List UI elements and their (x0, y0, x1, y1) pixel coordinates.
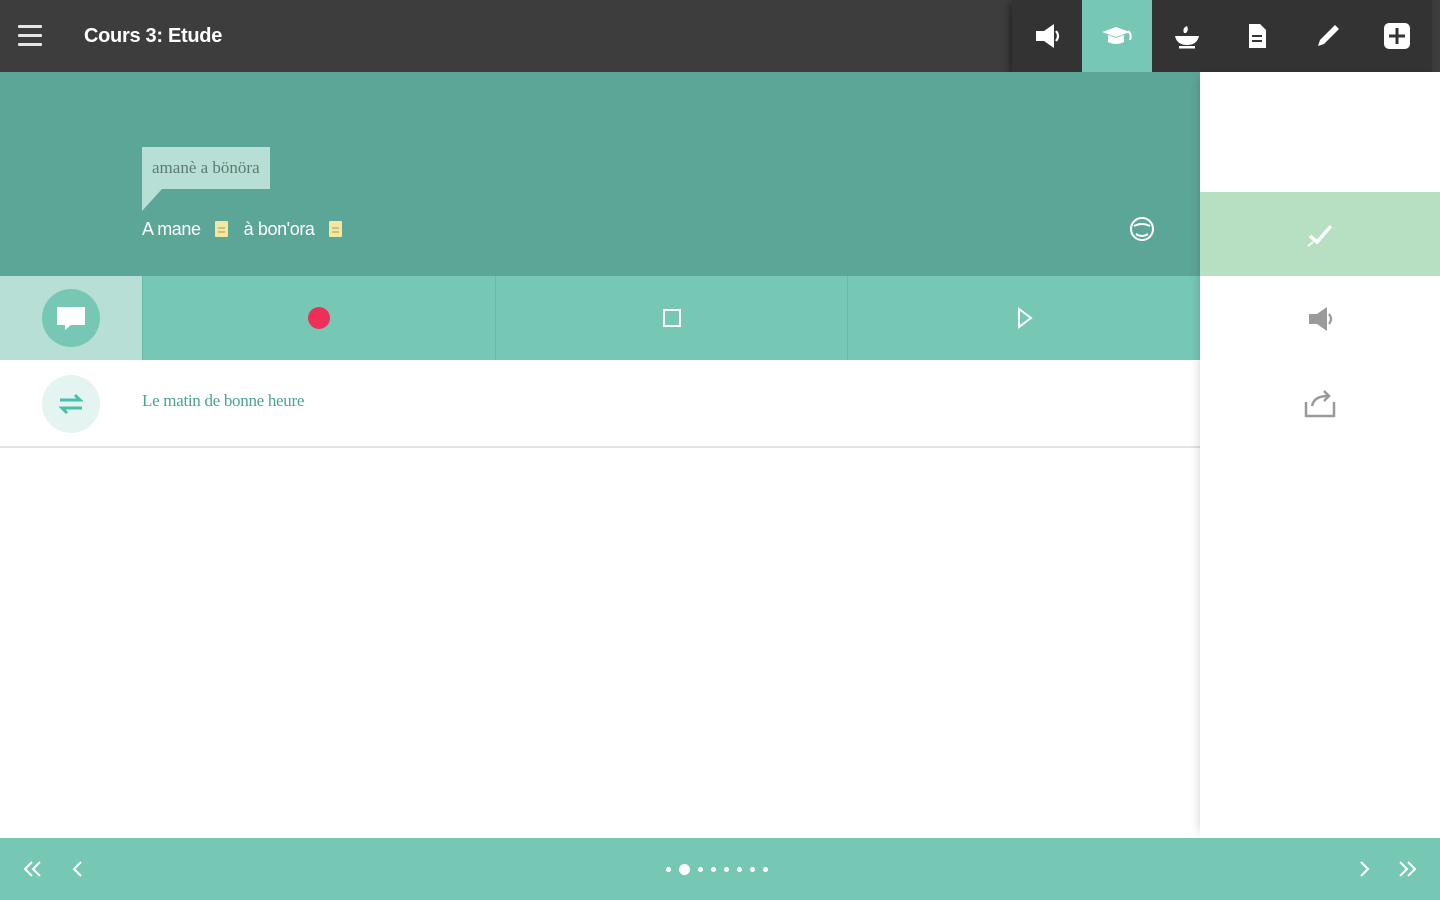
add-tool[interactable] (1362, 0, 1432, 72)
translation-row: Le matin de bonne heure (0, 360, 1200, 448)
previous-page-button[interactable] (60, 851, 96, 887)
check-button[interactable] (1200, 192, 1440, 276)
translation-text: Le matin de bonne heure (142, 391, 305, 410)
face-icon[interactable] (1126, 213, 1158, 245)
phonetic-bubble: amanè a bönöra (142, 147, 270, 189)
document-icon (1249, 24, 1266, 48)
word-item[interactable]: à bon'ora (244, 219, 315, 240)
word-item[interactable]: A mane (142, 219, 201, 240)
record-button[interactable] (142, 276, 495, 360)
page-dot[interactable] (724, 866, 729, 872)
page-dot[interactable] (711, 866, 716, 872)
play-icon (1018, 307, 1033, 329)
page-title: Cours 3: Etude (84, 25, 223, 47)
share-icon (1304, 390, 1336, 418)
bowl-icon (1175, 26, 1199, 49)
chat-bubble-icon (57, 307, 85, 330)
note-icon[interactable] (328, 221, 342, 237)
audio-tool[interactable] (1012, 0, 1082, 72)
page-dot[interactable] (737, 866, 742, 872)
lesson-header: amanè a bönöra A mane à bon'ora (0, 72, 1200, 276)
note-icon[interactable] (214, 221, 228, 237)
listen-button[interactable] (1200, 277, 1440, 361)
share-button[interactable] (1200, 362, 1440, 446)
bubble-tail (142, 189, 162, 211)
chevron-left-icon (72, 861, 82, 877)
meal-tool[interactable] (1152, 0, 1222, 72)
page-dot[interactable] (763, 866, 768, 872)
speaker-icon (1309, 307, 1333, 331)
page-dot[interactable] (666, 866, 671, 872)
last-page-button[interactable] (1390, 851, 1426, 887)
swap-button[interactable] (42, 375, 100, 433)
toolbar (1012, 0, 1432, 72)
chat-button[interactable] (42, 289, 100, 347)
check-icon (1307, 224, 1333, 247)
next-page-button[interactable] (1346, 851, 1382, 887)
document-tool[interactable] (1222, 0, 1292, 72)
first-page-button[interactable] (14, 851, 50, 887)
recorder-row (0, 276, 1200, 360)
bottom-navigation (0, 838, 1440, 900)
page-dot[interactable] (698, 866, 703, 872)
play-button[interactable] (847, 276, 1200, 360)
page-dot[interactable] (750, 866, 755, 872)
page-indicator (666, 863, 768, 875)
chevron-right-icon (1360, 861, 1370, 877)
menu-icon[interactable] (16, 22, 46, 50)
plus-icon (1384, 23, 1410, 49)
stop-icon (662, 309, 681, 327)
swap-arrows-icon (58, 393, 84, 415)
double-chevron-left-icon (23, 861, 41, 877)
side-panel (1200, 72, 1440, 838)
top-app-bar: Cours 3: Etude (0, 0, 1440, 72)
pen-tool[interactable] (1292, 0, 1362, 72)
record-icon (307, 307, 330, 329)
speaker-icon (1036, 24, 1060, 48)
graduation-cap-icon (1102, 27, 1132, 44)
double-chevron-right-icon (1399, 861, 1417, 877)
page-dot-current[interactable] (679, 863, 690, 875)
recorder-mode (0, 276, 142, 360)
pen-icon (1318, 25, 1339, 46)
word-list: A mane à bon'ora (142, 217, 352, 241)
stop-button[interactable] (494, 276, 848, 360)
study-tool[interactable] (1082, 0, 1152, 72)
